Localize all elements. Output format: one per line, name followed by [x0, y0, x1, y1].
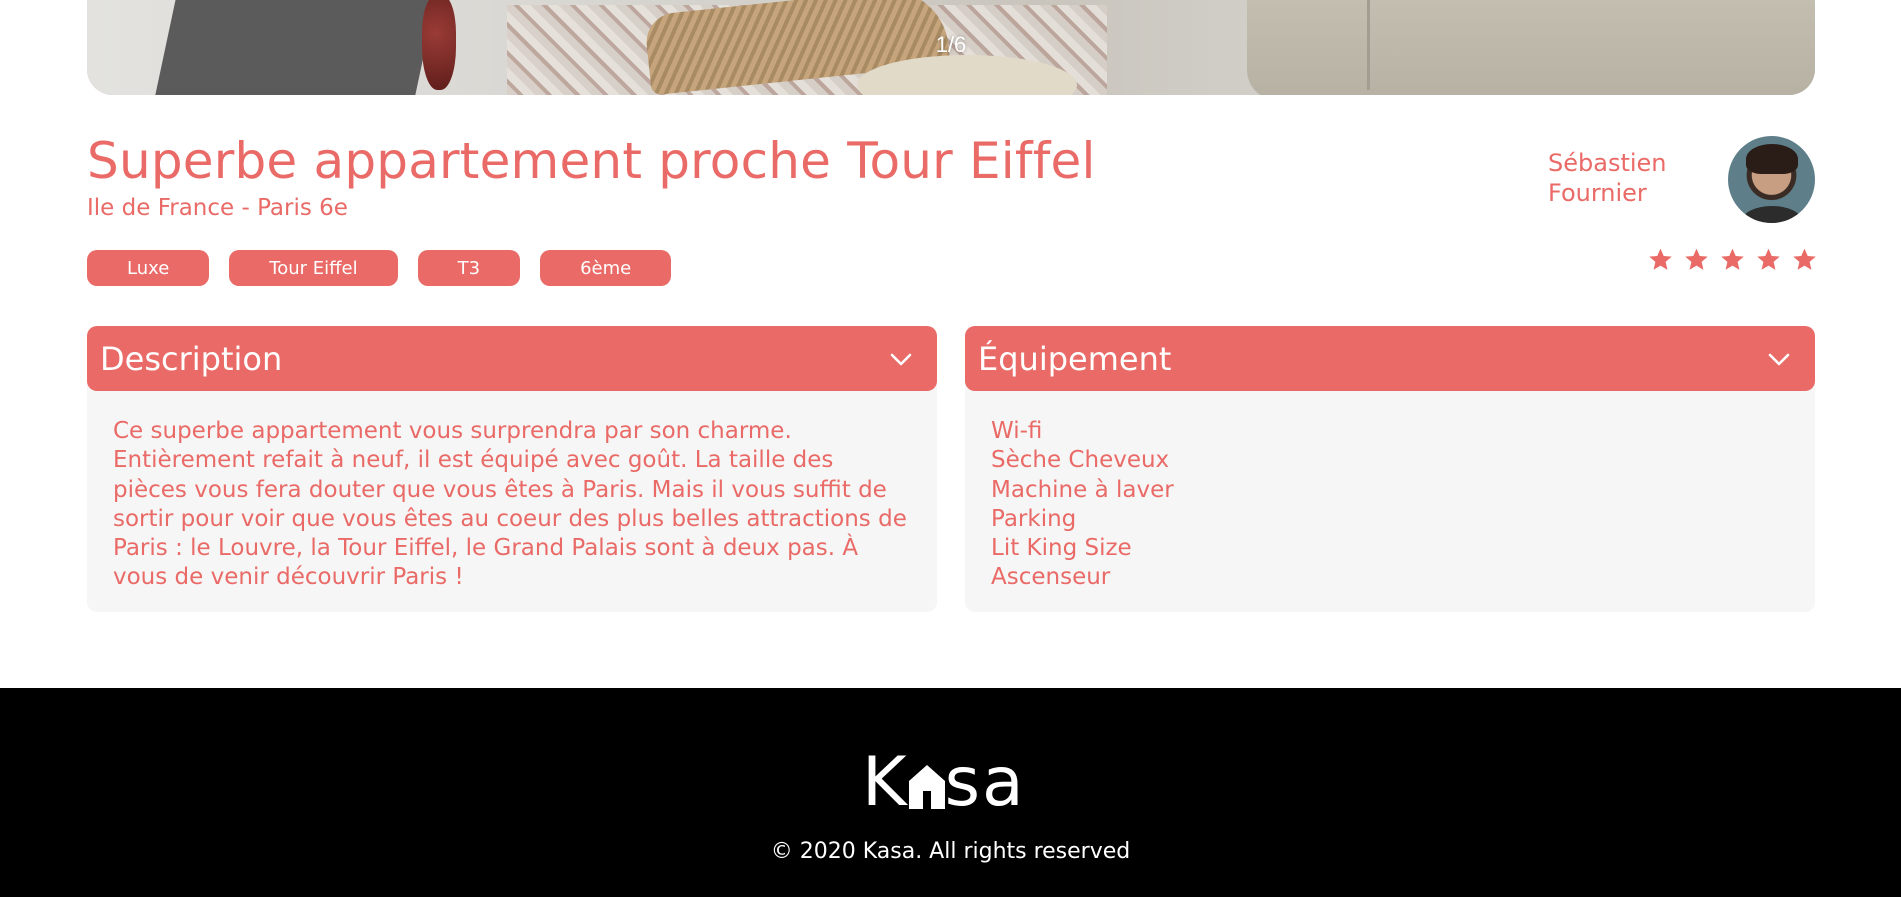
equipment-list: Wi-fi Sèche Cheveux Machine à laver Park…	[991, 417, 1789, 593]
description-text: Ce superbe appartement vous surprendra p…	[113, 418, 907, 591]
tag: 6ème	[540, 250, 672, 286]
list-item: Lit King Size	[991, 535, 1132, 562]
host-first-name: Sébastien	[1548, 149, 1667, 177]
tag-list: Luxe Tour Eiffel T3 6ème	[87, 250, 672, 286]
chevron-down-icon[interactable]	[889, 347, 913, 371]
copyright-text: © 2020 Kasa. All rights reserved	[770, 839, 1131, 864]
chevron-down-icon[interactable]	[1767, 347, 1791, 371]
star-icon	[1757, 248, 1780, 270]
tag: Tour Eiffel	[229, 250, 398, 286]
description-collapse: Description Ce superbe appartement vous …	[87, 326, 937, 612]
star-icon	[1685, 248, 1708, 270]
equipment-title: Équipement	[978, 339, 1172, 378]
list-item: Sèche Cheveux	[991, 447, 1170, 474]
host-name: Sébastien Fournier	[1548, 148, 1698, 208]
list-item: Wi-fi	[991, 418, 1043, 444]
description-body: Ce superbe appartement vous surprendra p…	[87, 381, 937, 612]
host-last-name: Fournier	[1548, 179, 1647, 207]
carousel-counter: 1/6	[935, 32, 967, 57]
host-avatar	[1728, 136, 1815, 223]
listing-title: Superbe appartement proche Tour Eiffel	[87, 132, 1096, 190]
house-icon	[908, 765, 945, 809]
description-collapse-header[interactable]: Description	[87, 326, 937, 391]
image-carousel[interactable]: 1/6	[87, 0, 1815, 95]
tag: T3	[417, 250, 521, 286]
star-icon	[1721, 248, 1744, 270]
logo-letters-sa: sa	[944, 743, 1026, 822]
listing-location: Ile de France - Paris 6e	[87, 195, 348, 221]
list-item: Ascenseur	[991, 564, 1111, 591]
list-item: Machine à laver	[991, 476, 1174, 503]
kasa-logo[interactable]: K sa	[862, 743, 1026, 822]
star-icon	[1793, 248, 1816, 270]
star-icon	[1649, 248, 1672, 270]
logo-letter-k: K	[862, 743, 909, 822]
description-title: Description	[100, 339, 283, 378]
list-item: Parking	[991, 505, 1077, 532]
equipment-collapse: Équipement Wi-fi Sèche Cheveux Machine à…	[965, 326, 1815, 612]
tag: Luxe	[87, 250, 210, 286]
equipment-collapse-header[interactable]: Équipement	[965, 326, 1815, 391]
footer: K sa © 2020 Kasa. All rights reserved	[0, 688, 1901, 897]
equipment-body: Wi-fi Sèche Cheveux Machine à laver Park…	[965, 381, 1815, 612]
rating	[1648, 247, 1817, 272]
